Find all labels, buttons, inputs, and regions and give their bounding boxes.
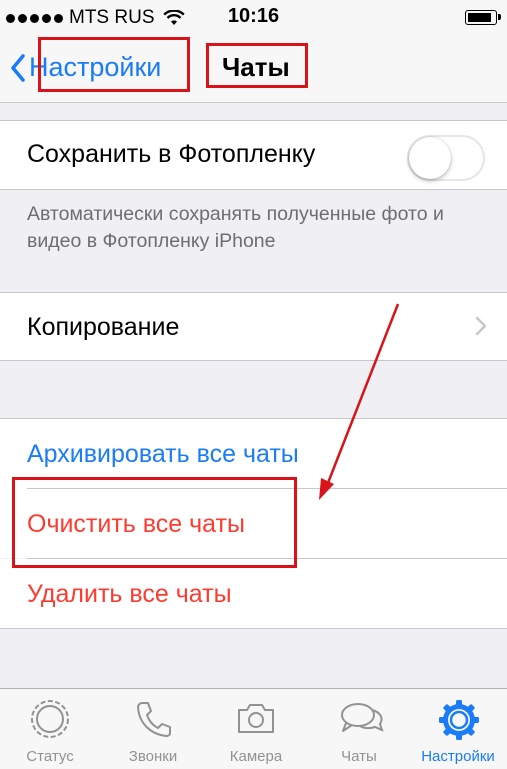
- tab-settings-label: Настройки: [421, 748, 495, 765]
- annotation-arrow: [319, 303, 400, 500]
- tab-settings[interactable]: Настройки: [408, 689, 507, 769]
- tab-status[interactable]: Статус: [0, 689, 100, 769]
- tab-bar: Статус Звонки Камера Чаты Настройки: [0, 688, 507, 769]
- tab-chats-label: Чаты: [341, 748, 377, 765]
- tab-chats[interactable]: Чаты: [309, 689, 409, 769]
- chats-icon: [341, 703, 384, 732]
- gear-icon: [439, 700, 479, 740]
- tab-calls-label: Звонки: [128, 748, 178, 765]
- tab-calls[interactable]: Звонки: [103, 689, 203, 769]
- tab-camera[interactable]: Камера: [206, 689, 306, 769]
- tab-status-label: Статус: [26, 748, 74, 765]
- tab-camera-label: Камера: [229, 748, 283, 765]
- camera-icon: [238, 704, 274, 733]
- phone-icon: [137, 702, 171, 737]
- status-icon: [31, 700, 69, 738]
